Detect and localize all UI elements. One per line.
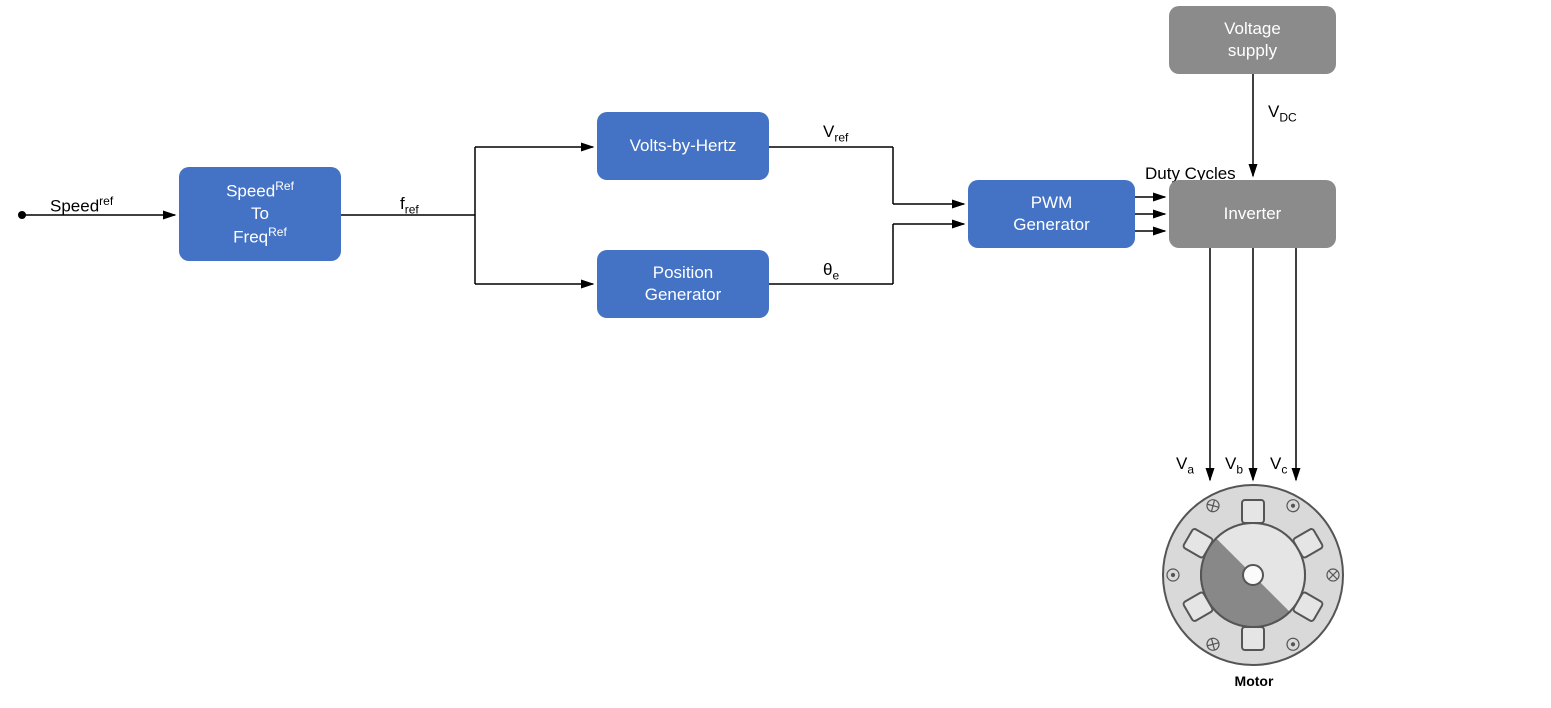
- v-c-label: Vc: [1270, 454, 1287, 476]
- v-b-label: Vb: [1225, 454, 1243, 476]
- motor-label: Motor: [1219, 673, 1289, 689]
- voltage-supply-block: Voltage supply: [1169, 6, 1336, 74]
- v-dc-label: VDC: [1268, 102, 1297, 124]
- v-ref-label: Vref: [823, 122, 848, 144]
- volts-by-hertz-block: Volts-by-Hertz: [597, 112, 769, 180]
- inverter-block: Inverter: [1169, 180, 1336, 248]
- f-ref-label: fref: [400, 194, 419, 216]
- pwm-generator-block: PWM Generator: [968, 180, 1135, 248]
- speed-to-freq-block: SpeedRef To FreqRef: [179, 167, 341, 261]
- position-generator-block: Position Generator: [597, 250, 769, 318]
- v-a-label: Va: [1176, 454, 1194, 476]
- theta-e-label: θe: [823, 260, 839, 282]
- speed-ref-input-label: Speedref: [50, 194, 113, 217]
- wiring-svg: [0, 0, 1551, 708]
- motor-icon: [1163, 485, 1343, 665]
